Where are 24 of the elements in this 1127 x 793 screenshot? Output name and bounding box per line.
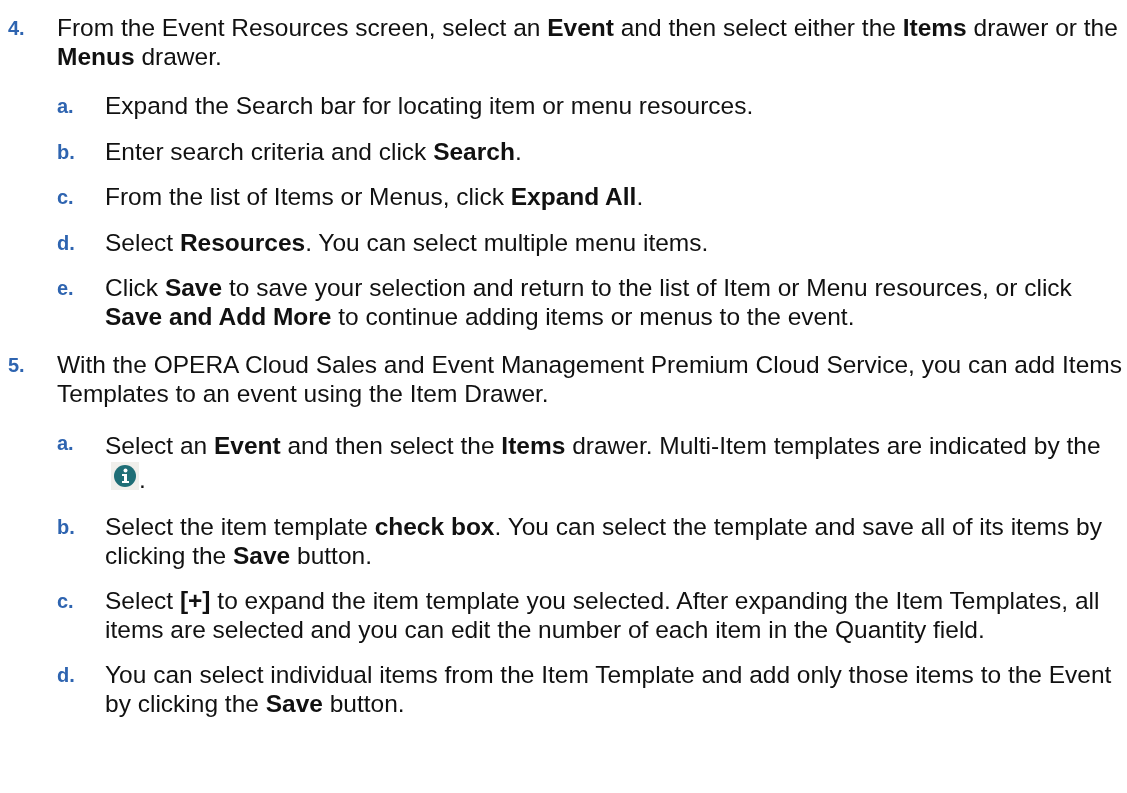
substep-letter: b. (57, 515, 76, 540)
step-text: With the OPERA Cloud Sales and Event Management Premium Cloud Service, you can add Items Templates to an event using the Item Drawer. (57, 351, 1123, 408)
info-icon (111, 462, 139, 490)
substep-text: You can select individual items from the Item Template and add only those items to the Event by clicking the Save button. (105, 661, 1113, 718)
substep-letter: a. (57, 94, 75, 119)
step-number: 5. (8, 353, 26, 378)
step-text: From the Event Resources screen, select an Event and then select either the Items drawer or the Menus drawer. (57, 14, 1119, 71)
substep-text: Enter search criteria and click Search. (105, 137, 523, 166)
substep-letter: c. (57, 589, 75, 614)
period-text: . (139, 466, 146, 493)
substep-text: Select the item template check box. You can select the template and save all of its items by clicking the Save button. (105, 513, 1103, 570)
substep-letter: b. (57, 139, 76, 165)
substep-letter: c. (57, 185, 75, 210)
step-number: 4. (8, 16, 26, 41)
substep-letter: a. (57, 431, 75, 456)
substep-text: From the list of Items or Menus, click Expand All. (105, 183, 645, 212)
substep-letter: d. (57, 663, 76, 688)
substep-text: Select [+] to expand the item template you selected. After expanding the Item Templates, all items are selected and you can edit the number of each item in the Quantity field. (105, 587, 1101, 644)
substep-text: Expand the Search bar for locating item or menu resources. (105, 92, 755, 121)
substep-text: Click Save to save your selection and return to the list of Item or Menu resources, or click Save and Add More to continue adding items or menus to the event. (105, 274, 1073, 331)
substep-text: Select an Event and then select the Items drawer. Multi-Item templates are indicated by the (105, 432, 1101, 459)
substep-letter: e. (57, 276, 75, 301)
substep-letter: d. (57, 230, 76, 256)
substep-text: Select Resources. You can select multiple menu items. (105, 228, 710, 257)
